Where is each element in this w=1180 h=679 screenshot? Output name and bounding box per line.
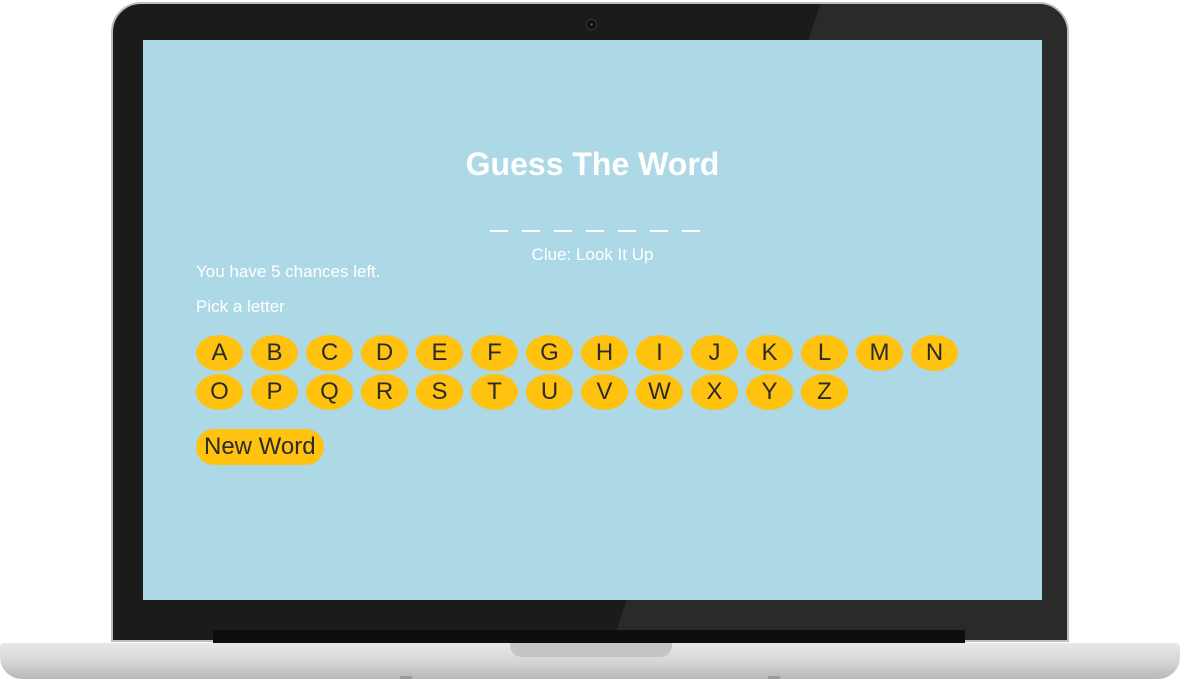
pick-letter-prompt: Pick a letter bbox=[196, 297, 285, 316]
letter-button-g[interactable]: G bbox=[526, 335, 573, 371]
letter-button-d[interactable]: D bbox=[361, 335, 408, 371]
letter-button-i[interactable]: I bbox=[636, 335, 683, 371]
chances-remaining-text: You have 5 chances left. bbox=[196, 262, 381, 281]
letter-button-k[interactable]: K bbox=[746, 335, 793, 371]
word-blank bbox=[489, 230, 508, 232]
letter-button-t[interactable]: T bbox=[471, 374, 518, 410]
letter-button-w[interactable]: W bbox=[636, 374, 683, 410]
letter-button-x[interactable]: X bbox=[691, 374, 738, 410]
letter-button-q[interactable]: Q bbox=[306, 374, 353, 410]
letter-button-a[interactable]: A bbox=[196, 335, 243, 371]
letter-button-l[interactable]: L bbox=[801, 335, 848, 371]
word-blank bbox=[585, 230, 604, 232]
letter-button-v[interactable]: V bbox=[581, 374, 628, 410]
letter-button-e[interactable]: E bbox=[416, 335, 463, 371]
laptop-base-notch bbox=[510, 643, 672, 657]
word-blank bbox=[553, 230, 572, 232]
new-word-button[interactable]: New Word bbox=[196, 429, 324, 465]
letter-button-c[interactable]: C bbox=[306, 335, 353, 371]
letter-button-y[interactable]: Y bbox=[746, 374, 793, 410]
letter-button-j[interactable]: J bbox=[691, 335, 738, 371]
letter-button-m[interactable]: M bbox=[856, 335, 903, 371]
word-blank bbox=[617, 230, 636, 232]
laptop-mockup: Guess The Word Clue: Look It Up You have… bbox=[0, 0, 1180, 679]
letter-button-o[interactable]: O bbox=[196, 374, 243, 410]
word-blank bbox=[649, 230, 668, 232]
letter-button-h[interactable]: H bbox=[581, 335, 628, 371]
game-screen: Guess The Word Clue: Look It Up You have… bbox=[143, 40, 1042, 600]
letter-button-r[interactable]: R bbox=[361, 374, 408, 410]
page-title: Guess The Word bbox=[465, 146, 720, 182]
letter-button-f[interactable]: F bbox=[471, 335, 518, 371]
word-blanks bbox=[143, 212, 1042, 232]
letter-button-z[interactable]: Z bbox=[801, 374, 848, 410]
letter-button-n[interactable]: N bbox=[911, 335, 958, 371]
letter-button-p[interactable]: P bbox=[251, 374, 298, 410]
word-blank bbox=[681, 230, 700, 232]
letter-button-u[interactable]: U bbox=[526, 374, 573, 410]
camera-icon bbox=[586, 19, 597, 30]
letter-button-s[interactable]: S bbox=[416, 374, 463, 410]
laptop-hinge bbox=[213, 630, 965, 644]
word-blank bbox=[521, 230, 540, 232]
letter-button-b[interactable]: B bbox=[251, 335, 298, 371]
letter-buttons: ABCDEFGHIJKLMN OPQRSTUVWXYZ bbox=[196, 335, 986, 410]
